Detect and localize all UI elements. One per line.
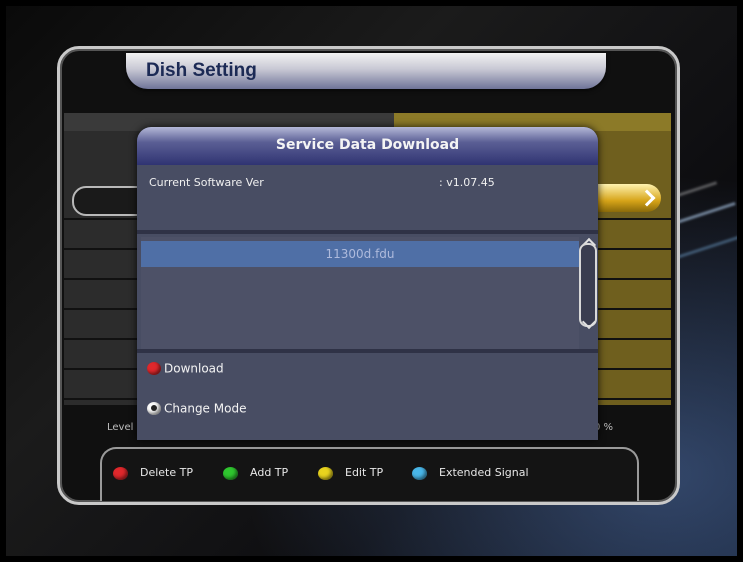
red-button-icon [113,467,128,480]
file-list: 11300d.fdu [141,237,579,349]
download-button[interactable]: Download [147,361,224,376]
chevron-right-icon[interactable] [595,184,661,212]
software-version-value: : v1.07.45 [439,176,495,189]
file-list-item[interactable]: 11300d.fdu [141,241,579,267]
yellow-button-icon [318,467,333,480]
dish-title-bar: Dish Setting [126,53,606,89]
file-name: 11300d.fdu [325,247,395,261]
divider [137,349,598,353]
legend-add-tp[interactable]: Add TP [250,466,288,479]
dialog-title: Service Data Download [275,137,460,153]
service-data-download-dialog: Service Data Download Current Software V… [137,127,598,440]
download-label: Download [164,361,224,376]
divider [137,230,598,234]
level-label: Level [107,422,134,433]
legend-extended-signal[interactable]: Extended Signal [439,466,529,479]
red-button-icon [147,362,161,375]
dialog-title-bar: Service Data Download [137,127,598,165]
green-button-icon [223,467,238,480]
page-title: Dish Setting [146,60,257,81]
change-mode-button[interactable]: Change Mode [147,401,246,416]
info-button-icon [147,402,161,415]
blue-button-icon [412,467,427,480]
software-version-label: Current Software Ver [149,176,264,189]
change-mode-label: Change Mode [164,401,247,416]
legend-edit-tp[interactable]: Edit TP [345,466,383,479]
legend-delete-tp[interactable]: Delete TP [140,466,193,479]
